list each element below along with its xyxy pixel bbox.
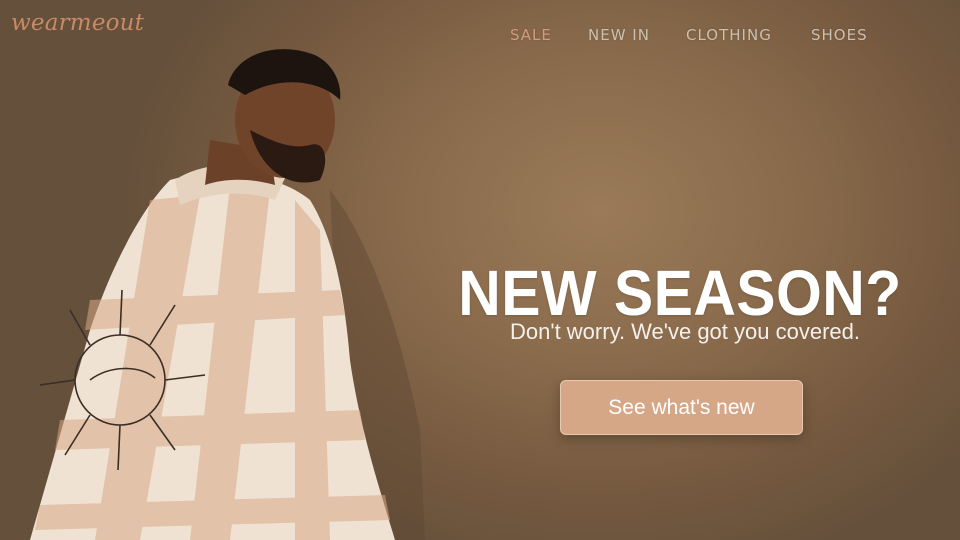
hero-subheadline: Don't worry. We've got you covered. (510, 319, 860, 344)
see-whats-new-button[interactable]: See what's new (560, 380, 803, 435)
hero-section: wearmeout SALE NEW IN CLOTHING SHOES NEW… (0, 0, 960, 540)
